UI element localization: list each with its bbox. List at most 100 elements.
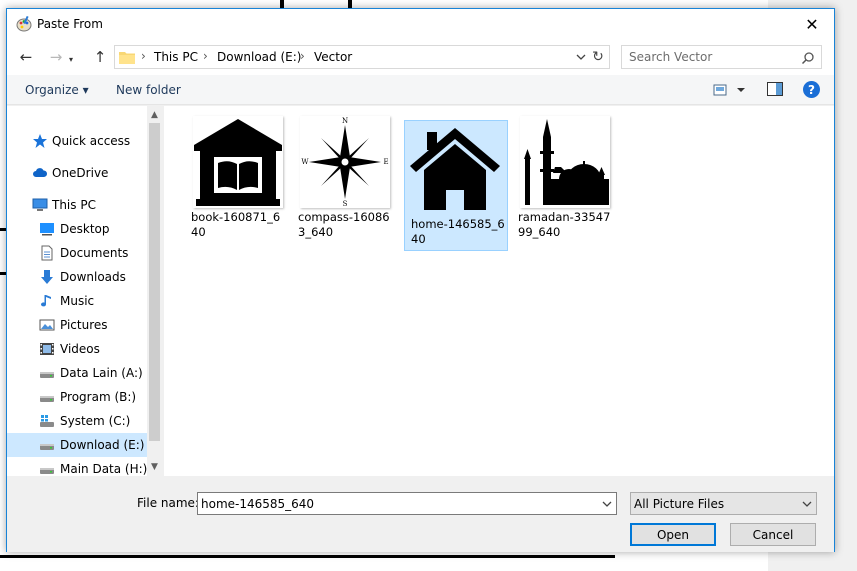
compass-w-label: W	[301, 158, 309, 166]
recent-locations-button[interactable]: ▾	[65, 49, 77, 69]
sidebar-item-label: Desktop	[60, 222, 110, 236]
refresh-button[interactable]: ↻	[589, 48, 607, 66]
breadcrumb-vector[interactable]: Vector	[314, 50, 352, 64]
file-item-compass[interactable]: N S W E compass-160863_640	[292, 112, 396, 243]
navigation-scrollbar[interactable]: ▲ ▼	[147, 106, 162, 476]
sidebar-item-download-e[interactable]: Download (E:)	[7, 433, 147, 457]
file-thumbnail	[193, 116, 283, 208]
breadcrumb-this-pc[interactable]: This PC	[154, 50, 198, 64]
sidebar-item-pictures[interactable]: Pictures	[7, 313, 147, 337]
file-name-value: home-146585_640	[201, 497, 315, 511]
file-type-filter[interactable]: All Picture Files	[630, 492, 817, 515]
sidebar-item-documents[interactable]: Documents	[7, 241, 147, 265]
download-icon	[41, 270, 53, 284]
forward-button[interactable]: →	[45, 47, 67, 67]
file-item-ramadan[interactable]: ramadan-3354799_640	[512, 112, 616, 243]
command-toolbar: Organize ▾ New folder ?	[7, 75, 834, 105]
organize-button[interactable]: Organize ▾	[25, 83, 89, 97]
help-button[interactable]: ?	[803, 81, 820, 98]
help-icon: ?	[808, 82, 815, 97]
computer-icon	[32, 198, 48, 211]
up-arrow-icon: ↑	[93, 48, 107, 66]
sidebar-item-this-pc[interactable]: This PC	[7, 193, 147, 217]
sidebar-item-label: Quick access	[52, 134, 131, 148]
scroll-up-button[interactable]: ▲	[147, 107, 162, 122]
book-house-icon	[194, 119, 282, 206]
sidebar-item-label: System (C:)	[60, 414, 131, 428]
home-icon	[410, 128, 500, 210]
breadcrumb-separator: ›	[203, 49, 208, 63]
videos-icon	[40, 343, 54, 355]
search-icon	[801, 52, 814, 65]
file-name: home-146585_640	[411, 217, 505, 246]
sidebar-item-desktop[interactable]: Desktop	[7, 217, 147, 241]
address-bar[interactable]: › This PC › Download (E:) › Vector ↻	[114, 45, 610, 69]
sidebar-item-label: Music	[60, 294, 95, 308]
chevron-down-icon[interactable]	[575, 51, 587, 63]
file-name: compass-160863_640	[298, 210, 390, 239]
cancel-button[interactable]: Cancel	[730, 523, 816, 546]
sidebar-item-label: Videos	[60, 342, 100, 356]
drive-icon	[40, 396, 54, 402]
sidebar-item-label: Program (B:)	[60, 390, 137, 404]
sidebar-item-onedrive[interactable]: OneDrive	[7, 161, 147, 185]
chevron-down-icon: ▾	[68, 54, 73, 64]
close-icon: ✕	[805, 14, 819, 34]
dialog-title: Paste From	[37, 17, 103, 31]
new-folder-button[interactable]: New folder	[116, 83, 181, 97]
paint-palette-icon	[16, 16, 32, 32]
paste-from-dialog: Paste From ✕ ← → ▾ ↑ › This PC › Downloa…	[6, 8, 835, 552]
sidebar-item-videos[interactable]: Videos	[7, 337, 147, 361]
sidebar-item-downloads[interactable]: Downloads	[7, 265, 147, 289]
file-thumbnail	[410, 121, 500, 213]
background-line	[0, 555, 615, 558]
breadcrumb-separator: ›	[300, 49, 305, 63]
forward-arrow-icon: →	[49, 48, 63, 66]
breadcrumb-separator: ›	[141, 49, 146, 63]
sidebar-item-music[interactable]: Music	[7, 289, 147, 313]
cloud-icon	[33, 168, 48, 177]
mosque-icon	[524, 119, 609, 205]
preview-pane-icon[interactable]	[767, 82, 783, 96]
compass-s-label: S	[343, 200, 348, 207]
file-type-value: All Picture Files	[634, 497, 725, 511]
search-input[interactable]: Search Vector	[621, 45, 822, 69]
navigation-pane: Quick access OneDrive This PC Desktop Do…	[7, 106, 162, 476]
chevron-down-icon	[802, 501, 812, 507]
sidebar-item-label: Downloads	[60, 270, 126, 284]
file-list: book-160871_640 N S W E compass-160863_6…	[164, 106, 834, 476]
sidebar-item-label: Data Lain (A:)	[60, 366, 143, 380]
compass-n-label: N	[342, 117, 348, 125]
sidebar-item-data-lain-a[interactable]: Data Lain (A:)	[7, 361, 147, 385]
open-button[interactable]: Open	[630, 523, 716, 546]
file-name: ramadan-3354799_640	[518, 210, 611, 239]
back-arrow-icon: ←	[19, 48, 33, 66]
change-view-icon[interactable]	[713, 82, 749, 98]
pictures-icon	[39, 319, 55, 331]
search-placeholder: Search Vector	[629, 50, 713, 64]
sidebar-item-label: This PC	[52, 198, 96, 212]
chevron-down-icon[interactable]	[601, 498, 613, 510]
star-icon	[33, 134, 47, 148]
background-line	[280, 0, 284, 8]
refresh-icon: ↻	[592, 49, 604, 65]
up-button[interactable]: ↑	[89, 47, 111, 67]
scroll-down-button[interactable]: ▼	[147, 459, 162, 474]
music-icon	[41, 295, 51, 307]
sidebar-item-program-b[interactable]: Program (B:)	[7, 385, 147, 409]
sidebar-item-label: OneDrive	[52, 166, 109, 180]
navigation-bar: ← → ▾ ↑ › This PC › Download (E:) › Vect…	[7, 39, 834, 75]
back-button[interactable]: ←	[15, 47, 37, 67]
file-thumbnail	[520, 116, 610, 208]
file-item-home[interactable]: home-146585_640	[404, 120, 508, 251]
sidebar-item-label: Download (E:)	[60, 438, 145, 452]
breadcrumb-download-e[interactable]: Download (E:)	[217, 50, 301, 64]
scrollbar-thumb[interactable]	[149, 123, 160, 441]
sidebar-item-system-c[interactable]: System (C:)	[7, 409, 147, 433]
sidebar-item-quick-access[interactable]: Quick access	[7, 129, 147, 153]
sidebar-item-label: Pictures	[60, 318, 108, 332]
background-line	[348, 0, 352, 8]
file-item-book[interactable]: book-160871_640	[185, 112, 289, 243]
file-name-field[interactable]: home-146585_640	[197, 492, 617, 515]
close-button[interactable]: ✕	[790, 9, 834, 39]
